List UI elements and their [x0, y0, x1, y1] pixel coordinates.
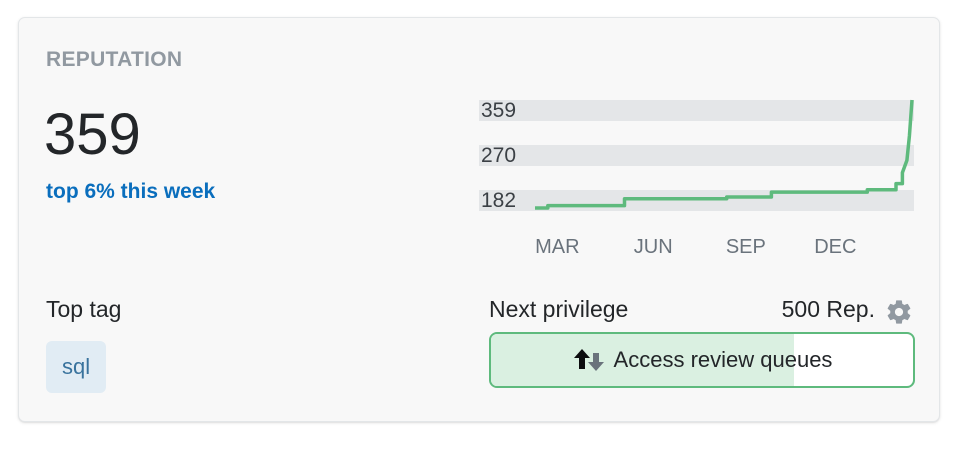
reputation-heading: REPUTATION — [46, 48, 183, 71]
up-down-arrows-icon — [573, 349, 604, 371]
reputation-card: REPUTATION 359 top 6% this week 359 270 18… — [18, 17, 940, 422]
chart-gridband — [479, 145, 914, 166]
privilege-name: Access review queues — [613, 347, 833, 372]
next-privilege-label: Next privilege — [489, 296, 629, 322]
reputation-score: 359 — [44, 102, 141, 167]
x-tick-label: DEC — [814, 236, 856, 258]
y-tick-label: 182 — [481, 189, 516, 212]
top-tag-label: Top tag — [46, 296, 122, 322]
rank-link[interactable]: top 6% this week — [46, 180, 215, 204]
rep-needed: 500 Rep. — [781, 296, 875, 322]
x-tick-label: JUN — [634, 236, 673, 258]
progress-content: Access review queues — [491, 334, 913, 386]
reputation-chart-svg: 359 270 182 MAR JUN SEP DEC — [479, 99, 914, 258]
reputation-chart: 359 270 182 MAR JUN SEP DEC — [479, 94, 919, 264]
y-tick-label: 359 — [481, 99, 516, 122]
gear-icon[interactable] — [885, 298, 913, 326]
y-tick-label: 270 — [481, 144, 516, 167]
chart-gridband — [479, 100, 914, 121]
next-privilege-progress[interactable]: Access review queues — [489, 332, 915, 388]
tag-sql[interactable]: sql — [46, 341, 107, 393]
x-tick-label: MAR — [535, 236, 579, 258]
x-tick-label: SEP — [726, 236, 766, 258]
